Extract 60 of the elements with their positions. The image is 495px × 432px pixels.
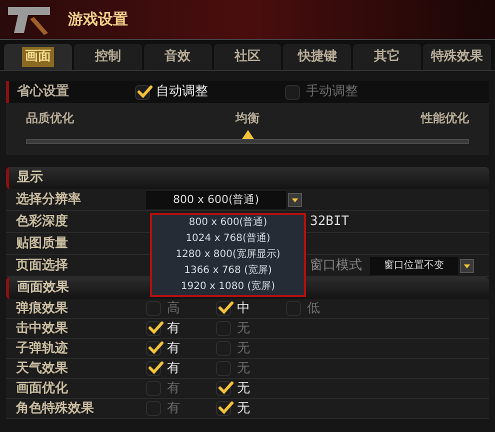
slider-label: 品质优化 xyxy=(26,110,74,127)
tab[interactable]: 快捷键 xyxy=(283,44,352,70)
setting-label: 画面优化 xyxy=(15,380,69,398)
option-label: 无 xyxy=(237,340,250,358)
option-label: 无 xyxy=(237,400,250,418)
tab[interactable]: 特殊效果 xyxy=(423,44,492,70)
tab[interactable]: 控制 xyxy=(74,44,142,70)
option-label: 高 xyxy=(167,300,180,318)
option-label: 有 xyxy=(167,380,180,398)
resolution-option[interactable]: 800 x 600(普通) xyxy=(152,215,304,231)
setting-label: 贴图质量 xyxy=(15,235,69,253)
checked-checkbox[interactable] xyxy=(216,381,231,396)
option-label: 手动调整 xyxy=(306,83,358,102)
setting-label: 选择分辨率 xyxy=(15,190,82,209)
setting-label: 子弹轨迹 xyxy=(15,340,69,358)
resolution-option[interactable]: 1366 x 768 (宽屏) xyxy=(152,263,304,279)
dropdown-arrow-button[interactable] xyxy=(288,192,302,206)
slider-label: 均衡 xyxy=(236,110,260,127)
option-label: 无 xyxy=(237,320,250,338)
setting-label: 角色特殊效果 xyxy=(14,400,95,418)
option-label: 无 xyxy=(237,380,250,398)
setting-label: 击中效果 xyxy=(15,320,69,338)
option-label: 低 xyxy=(307,300,320,318)
tab[interactable]: 音效 xyxy=(144,44,212,70)
window-title: 游戏设置 xyxy=(68,9,128,30)
setting-label: 色彩深度 xyxy=(14,212,69,231)
preset-label: 省心设置 xyxy=(16,82,70,102)
dropdown-arrow-button[interactable] xyxy=(460,258,474,272)
section-title: 画面效果 xyxy=(17,279,69,298)
checked-checkbox[interactable] xyxy=(146,321,161,336)
checked-checkbox[interactable] xyxy=(146,361,161,376)
slider-label: 性能优化 xyxy=(421,110,469,127)
option-label: 中 xyxy=(237,300,250,318)
resolution-option[interactable]: 1280 x 800(宽屏显示) xyxy=(152,247,304,263)
caret-icon xyxy=(463,262,471,270)
checked-checkbox[interactable] xyxy=(216,301,231,316)
resolution-select[interactable]: 800 x 600(普通) xyxy=(146,190,286,208)
color-depth-value: 32BIT xyxy=(310,212,350,231)
checkbox[interactable] xyxy=(285,84,300,100)
option-label: 自动调整 xyxy=(156,83,208,102)
section-title: 显示 xyxy=(17,169,43,188)
resolution-option[interactable]: 1024 x 768(普通) xyxy=(152,231,304,247)
window-position-select[interactable]: 窗口位置不变 xyxy=(370,256,458,274)
tab[interactable]: 其它 xyxy=(353,44,422,70)
option-label: 有 xyxy=(167,400,180,418)
tab[interactable]: 画面 xyxy=(4,44,72,70)
setting-label: 天气效果 xyxy=(14,360,69,378)
caret-icon xyxy=(291,196,299,204)
checked-checkbox[interactable] xyxy=(146,341,161,356)
option-label: 有 xyxy=(167,320,180,338)
resolution-option[interactable]: 1920 x 1080 (宽屏) xyxy=(152,279,304,295)
option-label: 有 xyxy=(167,360,180,378)
option-label: 有 xyxy=(167,340,180,358)
setting-label: 页面选择 xyxy=(14,257,69,275)
checked-checkbox[interactable] xyxy=(216,401,231,416)
tab[interactable]: 社区 xyxy=(214,44,282,70)
checked-checkbox[interactable] xyxy=(135,84,150,100)
setting-label: 弹痕效果 xyxy=(15,300,69,318)
option-label: 无 xyxy=(237,360,250,378)
window-mode-label: 窗口模式 xyxy=(310,256,362,275)
